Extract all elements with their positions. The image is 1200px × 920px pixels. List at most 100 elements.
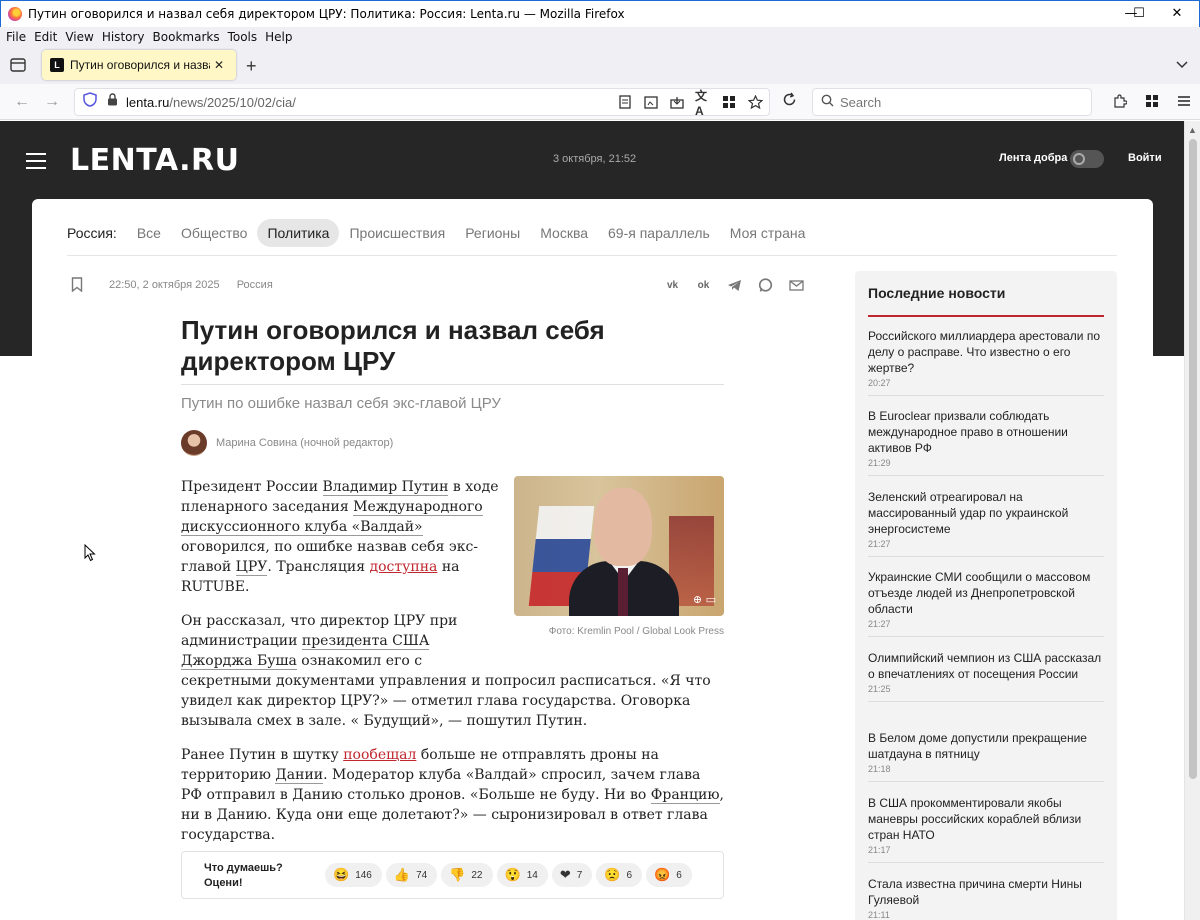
reader-view-icon[interactable]: [617, 94, 633, 110]
padlock-icon[interactable]: [107, 93, 118, 111]
france-link[interactable]: Францию: [650, 787, 720, 804]
close-window-button[interactable]: ✕: [1154, 0, 1200, 27]
article-headline: Путин оговорился и назвал себя директоро…: [181, 315, 605, 376]
news-title[interactable]: В США прокомментировали якобы маневры ро…: [868, 795, 1104, 843]
menu-tools[interactable]: Tools: [228, 30, 258, 44]
promised-link[interactable]: пообещал: [343, 747, 416, 763]
rubric-all[interactable]: Все: [137, 219, 161, 247]
rubric-moscow[interactable]: Москва: [540, 219, 588, 247]
menu-help[interactable]: Help: [265, 30, 292, 44]
save-page-icon[interactable]: [669, 94, 685, 110]
apps-grid-icon[interactable]: [1144, 93, 1160, 109]
news-title[interactable]: Зеленский отреагировал на массированный …: [868, 489, 1104, 537]
rubric-69-parallel[interactable]: 69-я параллель: [608, 219, 710, 247]
search-input[interactable]: Search: [812, 88, 1092, 116]
news-title[interactable]: Украинские СМИ сообщили о массовом отъез…: [868, 569, 1104, 617]
screenshot-icon[interactable]: [643, 94, 659, 110]
new-tab-icon[interactable]: +: [246, 56, 257, 77]
scrollbar-thumb[interactable]: [1189, 139, 1197, 779]
reaction-button[interactable]: 😆 146: [325, 863, 382, 887]
firefox-view-icon[interactable]: [8, 55, 28, 75]
article-photo[interactable]: ⊕ ▭: [514, 476, 724, 616]
news-item[interactable]: Российского миллиардера арестовали по де…: [868, 328, 1104, 396]
bookmark-star-icon[interactable]: [747, 94, 763, 110]
whatsapp-icon[interactable]: [757, 277, 774, 294]
article-datetime: 22:50, 2 октября 2025: [109, 279, 220, 291]
news-item[interactable]: Стала известна причина смерти Нины Гуляе…: [868, 876, 1104, 920]
back-arrow-icon[interactable]: ←: [12, 92, 32, 112]
odnoklassniki-icon[interactable]: ok: [695, 277, 712, 294]
author-name[interactable]: Марина Совина (ночной редактор): [216, 437, 393, 449]
news-title[interactable]: Российского миллиардера арестовали по де…: [868, 328, 1104, 376]
putin-link[interactable]: Владимир Путин: [322, 479, 449, 496]
tab-active[interactable]: L Путин оговорился и назвал се ✕: [42, 50, 236, 80]
cia-link[interactable]: ЦРУ: [235, 559, 268, 576]
rubric-society[interactable]: Общество: [181, 219, 248, 247]
content-card: Россия: Все Общество Политика Происшеств…: [32, 199, 1153, 920]
search-icon: [821, 94, 834, 110]
translate-icon[interactable]: 文A: [695, 89, 711, 118]
scroll-up-icon[interactable]: ▲: [1188, 125, 1197, 135]
reaction-button[interactable]: 👍 74: [385, 863, 438, 887]
menu-edit[interactable]: Edit: [34, 30, 57, 44]
denmark-link[interactable]: Дании: [275, 767, 324, 784]
extensions-puzzle-icon[interactable]: [1112, 93, 1128, 109]
rubric-incidents[interactable]: Происшествия: [349, 219, 445, 247]
shocked-icon: 😲: [504, 867, 521, 882]
news-divider: [868, 862, 1104, 863]
rubric-regions[interactable]: Регионы: [465, 219, 520, 247]
tracking-shield-icon[interactable]: [83, 92, 97, 112]
url-text[interactable]: lenta.ru/news/2025/10/02/cia/: [126, 95, 296, 110]
kindness-toggle[interactable]: [1070, 150, 1104, 168]
vk-icon[interactable]: vk: [664, 277, 681, 294]
page-scrollbar[interactable]: ▲: [1184, 121, 1200, 920]
rubric-politics[interactable]: Политика: [257, 219, 340, 247]
news-title[interactable]: Стала известна причина смерти Нины Гуляе…: [868, 876, 1104, 908]
menu-history[interactable]: History: [102, 30, 145, 44]
reaction-count: 14: [526, 869, 538, 881]
reaction-button[interactable]: ❤ 7: [551, 863, 593, 887]
reload-icon[interactable]: [782, 92, 797, 112]
menu-bar: File Edit View History Bookmarks Tools H…: [0, 27, 1200, 46]
news-time: 20:27: [868, 378, 891, 388]
email-icon[interactable]: [788, 277, 805, 294]
news-time: 21:17: [868, 845, 891, 855]
url-bar[interactable]: lenta.ru/news/2025/10/02/cia/ 文A: [74, 88, 770, 118]
login-link[interactable]: Войти: [1128, 152, 1162, 164]
forward-arrow-icon[interactable]: →: [42, 92, 62, 112]
menu-file[interactable]: File: [6, 30, 26, 44]
rubric-my-country[interactable]: Моя страна: [730, 219, 806, 247]
news-item[interactable]: В США прокомментировали якобы маневры ро…: [868, 795, 1104, 863]
tab-close-icon[interactable]: ✕: [214, 58, 224, 72]
mouse-cursor-icon: [84, 543, 96, 567]
reaction-button[interactable]: 😡 6: [646, 863, 692, 887]
reaction-button[interactable]: 👎 22: [441, 863, 493, 887]
latest-news-title: Последние новости: [868, 285, 1006, 301]
menu-bookmarks[interactable]: Bookmarks: [153, 30, 220, 44]
reaction-button[interactable]: 😟 6: [596, 863, 643, 887]
menu-view[interactable]: View: [65, 30, 93, 44]
news-item[interactable]: Зеленский отреагировал на массированный …: [868, 489, 1104, 557]
extensions-grid-icon[interactable]: [721, 94, 737, 110]
heart-icon: ❤: [559, 867, 571, 882]
site-logo[interactable]: LENTA.RU: [70, 143, 239, 178]
broadcast-link[interactable]: доступна: [369, 559, 437, 575]
bookmark-icon[interactable]: [71, 277, 83, 297]
telegram-icon[interactable]: [726, 277, 743, 294]
news-time: 21:18: [868, 764, 891, 774]
reaction-button[interactable]: 😲 14: [496, 863, 548, 887]
news-item[interactable]: Украинские СМИ сообщили о массовом отъез…: [868, 569, 1104, 637]
news-title[interactable]: В Euroclear призвали соблюдать междунаро…: [868, 408, 1104, 456]
list-all-tabs-chevron-down-icon[interactable]: [1176, 58, 1188, 72]
news-item[interactable]: В Белом доме допустили прекращение шатда…: [868, 730, 1104, 782]
site-menu-hamburger-icon[interactable]: [26, 153, 46, 174]
news-title[interactable]: В Белом доме допустили прекращение шатда…: [868, 730, 1104, 762]
app-menu-hamburger-icon[interactable]: [1176, 93, 1192, 109]
article-rubric-link[interactable]: Россия: [237, 279, 273, 291]
author-avatar[interactable]: [181, 430, 207, 456]
news-item[interactable]: Олимпийский чемпион из США рассказал о в…: [868, 650, 1104, 702]
zoom-icon[interactable]: ⊕ ▭: [693, 590, 716, 610]
news-title[interactable]: Олимпийский чемпион из США рассказал о в…: [868, 650, 1104, 682]
news-item[interactable]: В Euroclear призвали соблюдать междунаро…: [868, 408, 1104, 476]
news-divider: [868, 701, 1104, 702]
